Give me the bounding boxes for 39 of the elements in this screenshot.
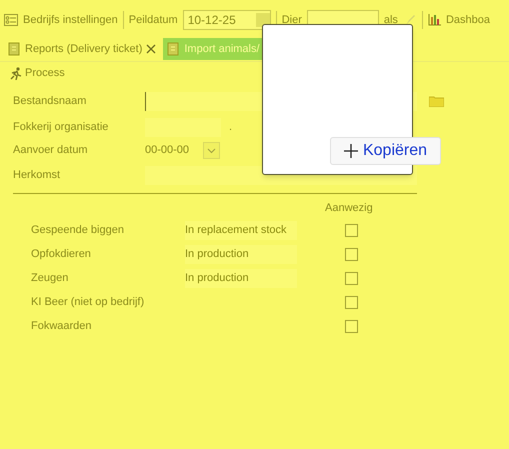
process-button[interactable]: Process (10, 64, 65, 82)
folder-icon[interactable] (429, 95, 444, 107)
row-label: Opfokdieren (31, 246, 92, 262)
column-header: Aanwezig (325, 201, 373, 216)
runner-icon (10, 66, 22, 80)
date-label: Peildatum (128, 12, 178, 28)
document-icon (7, 42, 21, 56)
row-label: KI Beer (niet op bedrijf) (31, 294, 146, 310)
checkbox[interactable] (345, 272, 358, 284)
document-icon (166, 42, 180, 56)
org-dot: . (229, 120, 232, 135)
dashboard-link[interactable]: Dashboa (446, 12, 490, 28)
filename-label: Bestandsnaam (13, 94, 88, 109)
row-label: Fokwaarden (31, 318, 93, 334)
status-field[interactable]: In production (185, 268, 297, 288)
checkbox[interactable] (345, 224, 358, 236)
dropdown-icon[interactable] (256, 13, 270, 27)
settings-link[interactable]: Bedrijfs instellingen (23, 12, 118, 28)
org-label: Fokkerij organisatie (13, 120, 110, 135)
row-label: Gespeende biggen (31, 222, 125, 238)
animal-label: Dier (282, 12, 302, 28)
origin-label: Herkomst (13, 168, 62, 183)
checkbox[interactable] (345, 248, 358, 260)
date-label: Aanvoer datum (13, 142, 89, 158)
row-label: Zeugen (31, 270, 70, 286)
tab[interactable]: Reports (Delivery ticket) (4, 38, 160, 60)
date-value[interactable]: 00-00-00 (145, 142, 203, 158)
plus-icon (344, 144, 358, 158)
close-icon[interactable] (146, 44, 156, 54)
bar-chart-icon[interactable] (428, 14, 441, 26)
copy-button[interactable]: Kopiëren (330, 137, 441, 165)
date-field[interactable]: 10-12-25 (182, 10, 271, 30)
as-label: als (384, 12, 398, 28)
checkbox[interactable] (345, 320, 358, 332)
status-field[interactable]: In production (185, 244, 297, 264)
tab[interactable]: Import animals/ (163, 38, 263, 60)
status-field[interactable]: In replacement stock (185, 220, 297, 240)
list-icon (4, 14, 18, 26)
checkbox[interactable] (345, 296, 358, 308)
